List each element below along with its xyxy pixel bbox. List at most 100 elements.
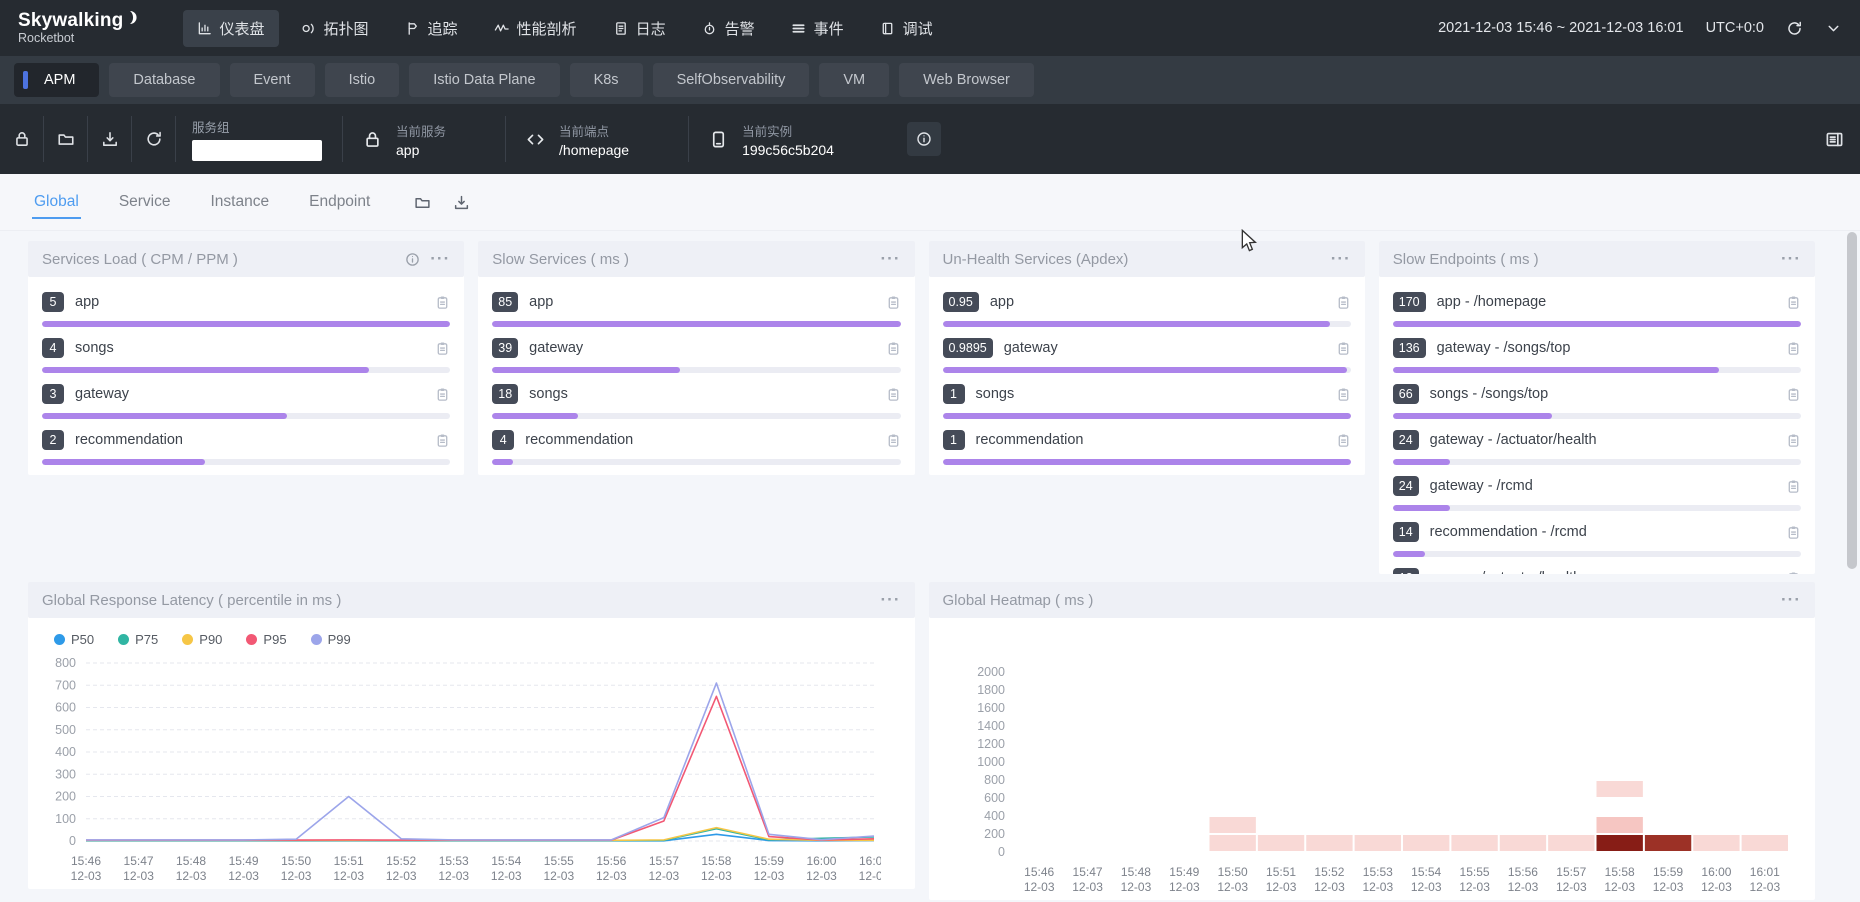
dashboard-tab-istio-data-plane[interactable]: Istio Data Plane [409, 63, 559, 97]
metric-name[interactable]: songs [529, 386, 568, 402]
heatmap-cell[interactable] [1693, 835, 1739, 851]
metric-name[interactable]: app - /homepage [1437, 294, 1547, 310]
folder-icon[interactable] [414, 194, 431, 211]
info-icon[interactable] [405, 252, 420, 267]
tool-refresh-button[interactable] [132, 116, 176, 162]
clipboard-icon[interactable] [435, 386, 450, 403]
metric-name[interactable]: app [75, 294, 99, 310]
dashboard-tab-apm[interactable]: APM [14, 63, 99, 97]
heatmap-cell[interactable] [1596, 781, 1642, 797]
nav-item-profile[interactable]: 性能剖析 [480, 10, 591, 47]
metric-name[interactable]: songs - /actuator/health [1430, 570, 1582, 574]
tool-lock-button[interactable] [0, 116, 44, 162]
heatmap-cell[interactable] [1741, 835, 1787, 851]
heatmap-cell[interactable] [1209, 817, 1255, 833]
clipboard-icon[interactable] [886, 294, 901, 311]
metric-name[interactable]: songs [976, 386, 1015, 402]
clipboard-icon[interactable] [1336, 432, 1351, 449]
tool-folder-button[interactable] [44, 116, 88, 162]
service-group-input[interactable] [192, 140, 322, 161]
heatmap-chart[interactable]: 200018001600140012001000800600400200015:… [937, 660, 1799, 900]
tab-global[interactable]: Global [32, 175, 81, 229]
metric-name[interactable]: app [990, 294, 1014, 310]
refresh-icon[interactable] [1786, 20, 1803, 37]
card-menu-button[interactable]: ··· [881, 254, 901, 264]
tab-endpoint[interactable]: Endpoint [307, 175, 372, 229]
info-button[interactable] [907, 122, 941, 156]
dashboard-tab-vm[interactable]: VM [819, 63, 889, 97]
heatmap-cell[interactable] [1644, 835, 1690, 851]
metric-name[interactable]: songs [75, 340, 114, 356]
nav-item-topology[interactable]: 拓扑图 [287, 10, 383, 47]
tool-download-button[interactable] [88, 116, 132, 162]
metric-name[interactable]: recommendation [525, 432, 633, 448]
selector-current-endpoint[interactable]: 当前端点/homepage [506, 116, 689, 162]
clipboard-icon[interactable] [1336, 386, 1351, 403]
tab-service[interactable]: Service [117, 175, 173, 229]
clipboard-icon[interactable] [1786, 386, 1801, 403]
clipboard-icon[interactable] [435, 294, 450, 311]
dashboard-tab-event[interactable]: Event [230, 63, 315, 97]
clipboard-icon[interactable] [1786, 524, 1801, 541]
legend-item-p95[interactable]: P95 [246, 632, 286, 647]
legend-item-p75[interactable]: P75 [118, 632, 158, 647]
clipboard-icon[interactable] [435, 432, 450, 449]
card-menu-button[interactable]: ··· [881, 595, 901, 605]
metric-name[interactable]: recommendation [75, 432, 183, 448]
heatmap-cell[interactable] [1499, 835, 1545, 851]
metric-name[interactable]: gateway [1004, 340, 1058, 356]
dashboard-tab-web-browser[interactable]: Web Browser [899, 63, 1034, 97]
nav-item-alarm[interactable]: 告警 [688, 10, 769, 47]
metric-name[interactable]: recommendation [976, 432, 1084, 448]
clipboard-icon[interactable] [1786, 432, 1801, 449]
nav-item-debug[interactable]: 调试 [866, 10, 947, 47]
clipboard-icon[interactable] [1786, 294, 1801, 311]
heatmap-cell[interactable] [1257, 835, 1303, 851]
card-menu-button[interactable]: ··· [1781, 595, 1801, 605]
dashboard-tab-k8s[interactable]: K8s [570, 63, 643, 97]
nav-item-dashboard[interactable]: 仪表盘 [183, 10, 279, 47]
metric-name[interactable]: songs - /songs/top [1430, 386, 1549, 402]
clipboard-icon[interactable] [1336, 340, 1351, 357]
dashboard-tab-database[interactable]: Database [109, 63, 219, 97]
metric-name[interactable]: app [529, 294, 553, 310]
heatmap-cell[interactable] [1209, 835, 1255, 851]
legend-item-p90[interactable]: P90 [182, 632, 222, 647]
scrollbar-thumb[interactable] [1847, 232, 1857, 569]
tab-instance[interactable]: Instance [209, 175, 272, 229]
logo[interactable]: Skywalking Rocketbot [18, 11, 139, 45]
metric-name[interactable]: gateway - /rcmd [1430, 478, 1533, 494]
clipboard-icon[interactable] [1336, 294, 1351, 311]
dashboard-tab-selfobservability[interactable]: SelfObservability [653, 63, 810, 97]
legend-item-p50[interactable]: P50 [54, 632, 94, 647]
clipboard-icon[interactable] [1786, 570, 1801, 575]
clipboard-icon[interactable] [435, 340, 450, 357]
heatmap-cell[interactable] [1596, 817, 1642, 833]
time-range[interactable]: 2021-12-03 15:46 ~ 2021-12-03 16:01 [1438, 20, 1684, 36]
heatmap-cell[interactable] [1451, 835, 1497, 851]
metric-name[interactable]: gateway [75, 386, 129, 402]
heatmap-cell[interactable] [1548, 835, 1594, 851]
metric-name[interactable]: recommendation - /rcmd [1430, 524, 1587, 540]
metric-name[interactable]: gateway - /actuator/health [1430, 432, 1597, 448]
metric-name[interactable]: gateway - /songs/top [1437, 340, 1571, 356]
selector-current-instance[interactable]: 当前实例199c56c5b204 [689, 116, 893, 162]
clipboard-icon[interactable] [886, 340, 901, 357]
nav-item-log[interactable]: 日志 [599, 10, 680, 47]
clipboard-icon[interactable] [886, 386, 901, 403]
nav-item-event[interactable]: 事件 [777, 10, 858, 47]
card-menu-button[interactable]: ··· [430, 254, 450, 264]
panel-toggle-button[interactable] [1825, 130, 1844, 149]
card-menu-button[interactable]: ··· [1781, 254, 1801, 264]
legend-item-p99[interactable]: P99 [311, 632, 351, 647]
metric-name[interactable]: gateway [529, 340, 583, 356]
timezone-select[interactable]: UTC+0:0 [1706, 20, 1764, 36]
nav-item-trace[interactable]: 追踪 [391, 10, 472, 47]
chevron-down-icon[interactable] [1825, 20, 1842, 37]
heatmap-cell[interactable] [1306, 835, 1352, 851]
latency-line-chart[interactable]: 800700600500400300200100015:4612-0315:47… [36, 649, 881, 889]
heatmap-cell[interactable] [1354, 835, 1400, 851]
clipboard-icon[interactable] [1786, 340, 1801, 357]
clipboard-icon[interactable] [1786, 478, 1801, 495]
card-menu-button[interactable]: ··· [1331, 254, 1351, 264]
